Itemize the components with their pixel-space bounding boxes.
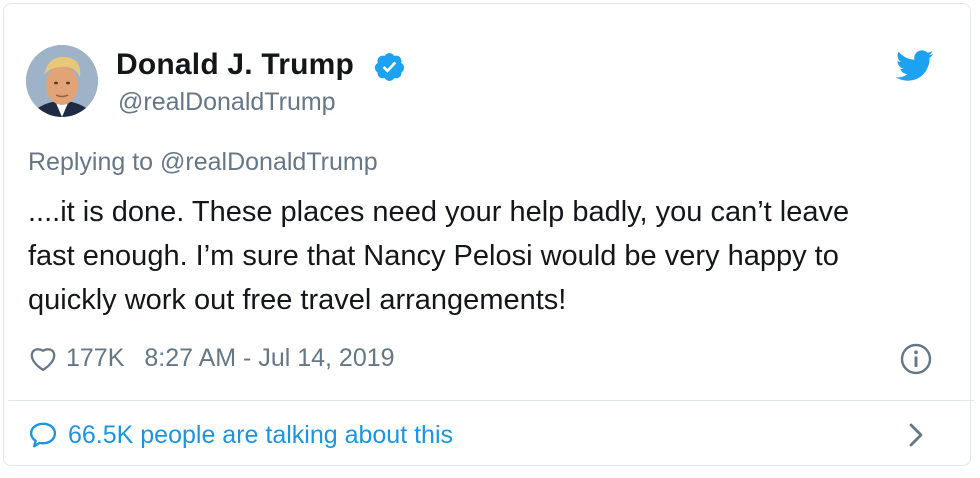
chevron-right-icon[interactable]	[904, 420, 928, 450]
twitter-bird-icon[interactable]	[896, 50, 934, 82]
avatar[interactable]	[26, 45, 98, 117]
speech-bubble-icon	[29, 422, 57, 448]
tweet-text: ....it is done. These places need your h…	[28, 196, 850, 316]
replying-to: Replying to @realDonaldTrump	[28, 148, 378, 177]
like-count[interactable]: 177K	[66, 344, 124, 373]
heart-outline-icon[interactable]	[28, 344, 58, 372]
divider	[8, 400, 974, 401]
replying-prefix: Replying to	[28, 148, 154, 176]
conversation-label[interactable]: 66.5K people are talking about this	[68, 421, 453, 450]
tweet-timestamp[interactable]: 8:27 AM - Jul 14, 2019	[144, 344, 394, 373]
tweet-meta: 177K 8:27 AM - Jul 14, 2019	[28, 342, 395, 374]
replying-target-link[interactable]: @realDonaldTrump	[160, 148, 378, 176]
author-name[interactable]: Donald J. Trump	[116, 48, 354, 82]
conversation-link[interactable]: 66.5K people are talking about this	[28, 418, 453, 452]
tweet-card[interactable]: Donald J. Trump @realDonaldTrump Replyin…	[3, 3, 974, 466]
info-circle-icon[interactable]	[900, 343, 932, 375]
author-handle[interactable]: @realDonaldTrump	[118, 88, 336, 117]
verified-badge-icon	[374, 53, 405, 81]
